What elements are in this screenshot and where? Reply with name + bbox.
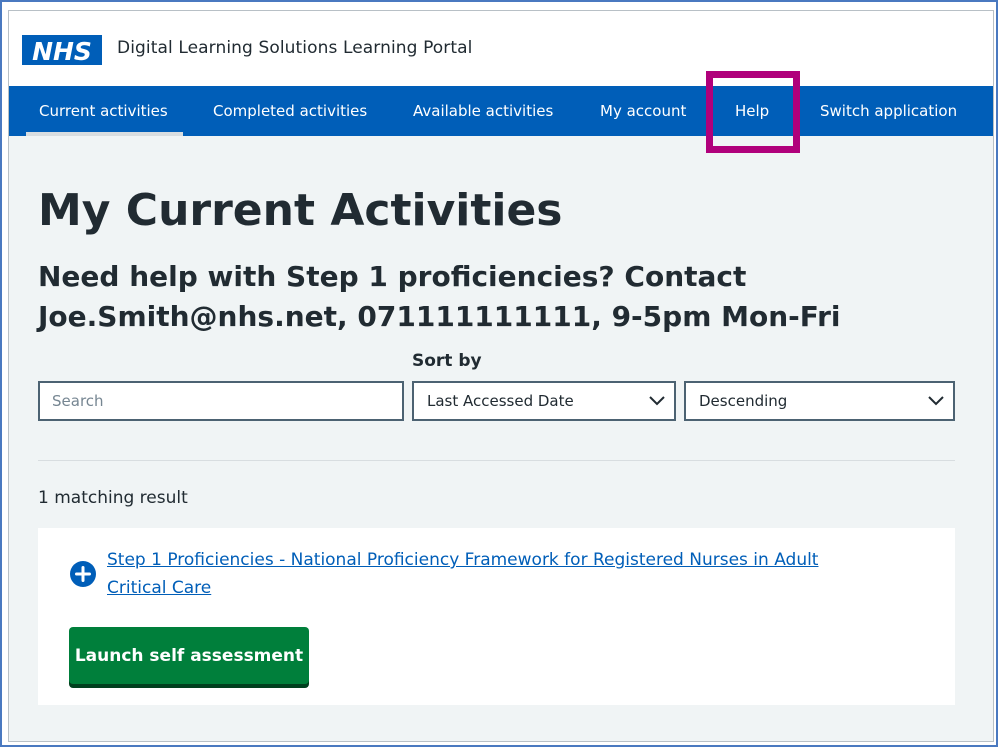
launch-self-assessment-button[interactable]: Launch self assessment bbox=[69, 627, 309, 684]
section-divider bbox=[38, 460, 955, 461]
sort-by-label: Sort by bbox=[412, 351, 482, 371]
sort-direction-value: Descending bbox=[699, 392, 788, 410]
page-title: My Current Activities bbox=[38, 185, 563, 236]
sort-field-select[interactable]: Last Accessed Date bbox=[412, 381, 676, 421]
result-count: 1 matching result bbox=[38, 488, 188, 508]
nav-my-account[interactable]: My account bbox=[600, 86, 686, 136]
search-input[interactable] bbox=[38, 381, 404, 421]
screenshot-frame: NHS Digital Learning Solutions Learning … bbox=[0, 0, 998, 747]
help-text-line-1: Need help with Step 1 proficiencies? Con… bbox=[38, 260, 747, 293]
sort-field-value: Last Accessed Date bbox=[427, 392, 574, 410]
logo-text: NHS bbox=[32, 37, 92, 63]
activity-title-line-2[interactable]: Critical Care bbox=[107, 574, 867, 602]
help-contact-text: Need help with Step 1 proficiencies? Con… bbox=[38, 257, 938, 337]
service-name[interactable]: Digital Learning Solutions Learning Port… bbox=[117, 38, 473, 58]
nav-switch-application[interactable]: Switch application bbox=[820, 86, 957, 136]
nav-completed-activities[interactable]: Completed activities bbox=[213, 86, 367, 136]
site-header: NHS Digital Learning Solutions Learning … bbox=[9, 11, 993, 86]
help-text-line-2: Joe.Smith@nhs.net, 071111111111, 9-5pm M… bbox=[38, 300, 841, 333]
nav-help[interactable]: Help bbox=[735, 86, 769, 136]
nhs-logo-mark: NHS bbox=[32, 37, 92, 63]
nav-current-activities[interactable]: Current activities bbox=[26, 86, 183, 136]
chevron-down-icon bbox=[928, 396, 944, 406]
activity-title-link[interactable]: Step 1 Proficiencies - National Proficie… bbox=[107, 546, 867, 602]
activity-title-line-1[interactable]: Step 1 Proficiencies - National Proficie… bbox=[107, 546, 867, 574]
nav-available-activities[interactable]: Available activities bbox=[413, 86, 553, 136]
chevron-down-icon bbox=[649, 396, 665, 406]
nhs-logo[interactable]: NHS bbox=[22, 35, 102, 65]
primary-navigation: Current activities Completed activities … bbox=[9, 86, 993, 136]
portal-window: NHS Digital Learning Solutions Learning … bbox=[8, 10, 994, 742]
plus-circle-icon[interactable] bbox=[69, 560, 97, 588]
sort-direction-select[interactable]: Descending bbox=[684, 381, 955, 421]
activity-card: Step 1 Proficiencies - National Proficie… bbox=[38, 528, 955, 705]
